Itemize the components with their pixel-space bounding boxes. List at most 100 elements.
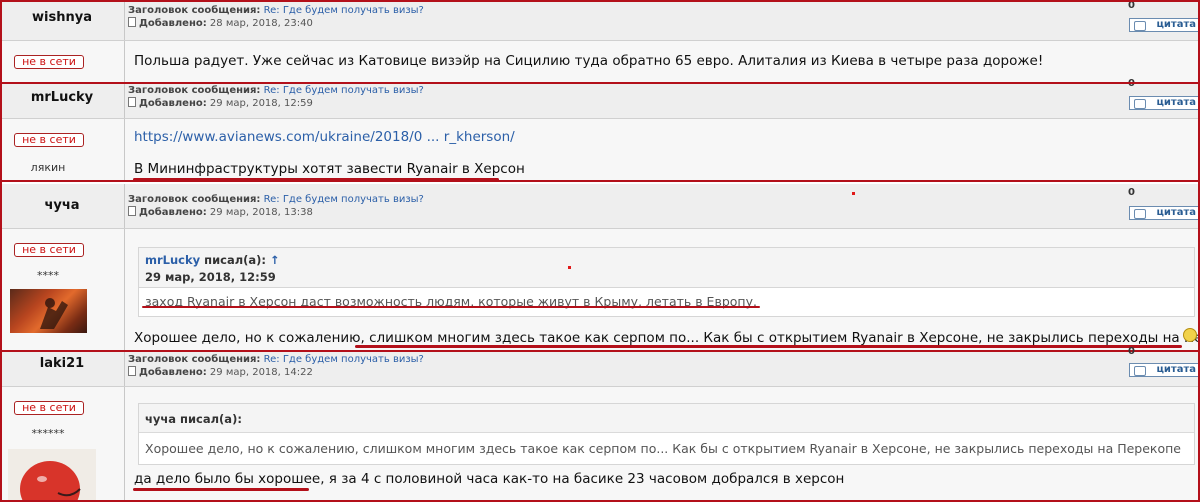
quote-header: mrLucky писал(а): ↑ [145,253,280,267]
user-avatar [8,449,96,502]
offline-status[interactable]: не в сети [14,133,84,147]
subject-link[interactable]: Re: Где будем получать визы? [264,194,424,205]
annotation-underline [355,345,1182,348]
avatar-character-icon [20,461,81,502]
quote-button-label: цитата [1156,207,1196,218]
quote-icon [1134,99,1146,109]
subject-link[interactable]: Re: Где будем получать визы? [264,5,424,16]
subject-label: Заголовок сообщения: [128,85,261,96]
post-meta: Заголовок сообщения: Re: Где будем получ… [128,4,1128,30]
post-text-part-2: слишком многим здесь такое как серпом по… [369,330,1200,346]
annotation-frame-line [0,180,1200,182]
subject-link[interactable]: Re: Где будем получать визы? [264,85,424,96]
added-label: Добавлено: [139,18,207,29]
post-text-part-1: да дело было бы хорошее [134,471,321,487]
offline-status[interactable]: не в сети [14,55,84,69]
subject-label: Заголовок сообщения: [128,194,261,205]
quote-block: чуча писал(а): Хорошее дело, но к сожале… [138,403,1195,465]
author-name[interactable]: laki21 [0,356,124,371]
quote-button-label: цитата [1156,19,1196,30]
post-text-part-2: , я за 4 с половиной часа как-то на баси… [320,471,845,487]
quote-button[interactable]: цитата [1129,18,1200,32]
annotation-underline [133,488,309,491]
column-divider [124,229,125,350]
smiley-icon [1183,328,1197,342]
post-date: 29 мар, 2018, 13:38 [209,207,313,218]
post-text: Хорошее дело, но к сожалению, слишком мн… [134,330,1200,346]
avatar-figure-icon [40,298,68,329]
quote-icon [1134,366,1146,376]
quote-content: заход Ryanair в Херсон даст возможность … [138,287,1195,317]
external-link[interactable]: https://www.avianews.com/ukraine/2018/0 … [134,129,515,145]
karma-count: 0 [1128,187,1135,198]
post-meta: Заголовок сообщения: Re: Где будем получ… [128,193,1128,219]
post-mrlucky: mrLucky Заголовок сообщения: Re: Где буд… [0,78,1200,182]
subject-label: Заголовок сообщения: [128,354,261,365]
post-body: не в сети **** mrLucky писал(а): ↑ 29 ма… [0,229,1200,350]
post-text: да дело было бы хорошее, я за 4 с полови… [134,471,844,487]
quote-text: Хорошее дело, но к сожалению, слишком мн… [145,441,1181,456]
quote-icon [1134,21,1146,31]
document-icon [128,206,136,216]
quote-button[interactable]: цитата [1129,96,1200,110]
author-name[interactable]: чуча [0,198,124,213]
user-rank: ****** [31,427,65,440]
column-divider [124,41,125,82]
post-meta: Заголовок сообщения: Re: Где будем получ… [128,84,1128,110]
document-icon [128,97,136,107]
column-divider [124,0,125,40]
subject-label: Заголовок сообщения: [128,5,261,16]
quote-button-label: цитата [1156,364,1196,375]
author-name[interactable]: mrLucky [0,90,124,105]
annotation-dot [568,266,571,269]
post-date: 29 мар, 2018, 14:22 [209,367,313,378]
added-label: Добавлено: [139,207,207,218]
post-header: mrLucky Заголовок сообщения: Re: Где буд… [0,78,1200,119]
document-icon [128,366,136,376]
post-date: 28 мар, 2018, 23:40 [209,18,313,29]
added-label: Добавлено: [139,98,207,109]
post-date: 29 мар, 2018, 12:59 [209,98,313,109]
quote-header: чуча писал(а): [145,412,242,426]
annotation-frame-line [0,0,2,502]
goto-post-icon[interactable]: ↑ [270,253,280,267]
quote-button-label: цитата [1156,97,1196,108]
author-name[interactable]: wishnya [0,10,124,25]
post-text: Польша радует. Уже сейчас из Катовице ви… [134,53,1044,69]
annotation-underline [142,306,760,308]
annotation-frame-line [0,82,1200,84]
column-divider [124,119,125,182]
offline-status[interactable]: не в сети [14,401,84,415]
column-divider [124,82,125,118]
post-header: laki21 Заголовок сообщения: Re: Где буде… [0,346,1200,387]
added-label: Добавлено: [139,367,207,378]
post-header: wishnya Заголовок сообщения: Re: Где буд… [0,0,1200,41]
user-rank: **** [37,269,59,282]
quote-said-label: писал(а): [204,253,267,267]
quote-author-link[interactable]: mrLucky [145,253,200,267]
user-rank: лякин [30,161,66,174]
post-laki21: laki21 Заголовок сообщения: Re: Где буде… [0,346,1200,502]
post-body: не в сети ****** чуча писал(а): Хорошее … [0,387,1200,502]
quote-button[interactable]: цитата [1129,363,1200,377]
quote-button[interactable]: цитата [1129,206,1200,220]
subject-link[interactable]: Re: Где будем получать визы? [264,354,424,365]
quote-date: 29 мар, 2018, 12:59 [145,270,276,284]
post-chucha: чуча Заголовок сообщения: Re: Где будем … [0,184,1200,350]
annotation-dot [852,192,855,195]
user-avatar [10,289,87,333]
post-body: не в сети лякин https://www.avianews.com… [0,119,1200,182]
column-divider [124,352,125,386]
post-body: не в сети Польша радует. Уже сейчас из К… [0,41,1200,82]
offline-status[interactable]: не в сети [14,243,84,257]
post-meta: Заголовок сообщения: Re: Где будем получ… [128,353,1128,379]
document-icon [128,17,136,27]
annotation-frame-line [0,0,1200,2]
post-wishnya: wishnya Заголовок сообщения: Re: Где буд… [0,0,1200,82]
column-divider [124,387,125,502]
post-text: В Мининфраструктуры хотят завести Ryanai… [134,161,525,177]
post-text-part-1: Хорошее дело, но к сожалению, [134,330,370,346]
quote-icon [1134,209,1146,219]
quote-body: Хорошее дело, но к сожалению, слишком мн… [139,432,1194,464]
karma-count: 0 [1128,346,1135,357]
